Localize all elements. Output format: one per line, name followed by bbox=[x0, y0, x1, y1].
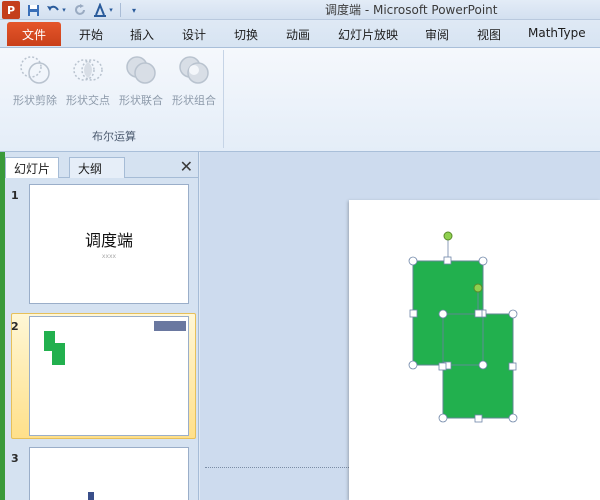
tab-file[interactable]: 文件 bbox=[7, 22, 61, 46]
tab-slideshow[interactable]: 幻灯片放映 bbox=[338, 26, 398, 43]
slide-thumbnail-2[interactable] bbox=[29, 316, 189, 436]
shape-combine-button[interactable]: 形状组合 bbox=[167, 54, 221, 112]
boolean-ops-group: 形状剪除 形状交点 形状联合 形状组合 布尔运算 bbox=[4, 50, 224, 148]
shape-union-icon bbox=[126, 56, 156, 84]
save-icon[interactable] bbox=[26, 3, 40, 17]
slide-editor bbox=[200, 152, 600, 500]
tab-design[interactable]: 设计 bbox=[182, 26, 206, 43]
redo-icon[interactable] bbox=[73, 3, 87, 17]
slide-shapes[interactable] bbox=[349, 200, 600, 500]
slide-subtitle: xxxx bbox=[101, 253, 117, 260]
customize-icon[interactable]: ▾ bbox=[127, 3, 141, 17]
shape-intersect-button[interactable]: 形状交点 bbox=[61, 54, 115, 112]
slide-canvas[interactable] bbox=[349, 200, 600, 500]
undo-icon[interactable] bbox=[46, 3, 60, 17]
slides-panel-tabs: 幻灯片 大纲 ✕ bbox=[5, 154, 199, 178]
slide-number: 2 bbox=[11, 320, 19, 333]
slides-panel: 幻灯片 大纲 ✕ 1 调度端 xxxx 2 3 bbox=[5, 152, 199, 500]
slide-thumbnail-1[interactable]: 调度端 xxxx bbox=[29, 184, 189, 304]
tab-slides[interactable]: 幻灯片 bbox=[5, 157, 60, 178]
slide-number: 3 bbox=[11, 452, 19, 465]
shape-combine-icon bbox=[179, 56, 209, 84]
tab-animations[interactable]: 动画 bbox=[286, 26, 310, 43]
thumb-image bbox=[154, 321, 186, 331]
ribbon-tab-bar: 文件 开始 插入 设计 切换 动画 幻灯片放映 审阅 视图 MathType bbox=[0, 20, 600, 48]
shape-intersect-icon bbox=[73, 59, 103, 81]
shape-intersect-label: 形状交点 bbox=[66, 94, 110, 107]
quick-access-toolbar: P ▾ ▾ ▾ bbox=[0, 0, 141, 20]
shape-union-button[interactable]: 形状联合 bbox=[114, 54, 168, 112]
font-color-dropdown-icon[interactable]: ▾ bbox=[108, 3, 114, 17]
green-rectangle-2[interactable] bbox=[442, 313, 514, 419]
title-bar: P ▾ ▾ ▾ 调度端 - Microsoft PowerPoint bbox=[0, 0, 600, 20]
rotation-handle-2[interactable] bbox=[473, 283, 483, 293]
window-title: 调度端 - Microsoft PowerPoint bbox=[325, 3, 498, 17]
tab-insert[interactable]: 插入 bbox=[130, 26, 154, 43]
powerpoint-logo-icon[interactable]: P bbox=[2, 1, 20, 19]
shape-subtract-button[interactable]: 形状剪除 bbox=[8, 54, 62, 112]
rotation-handle-1[interactable] bbox=[443, 231, 453, 241]
slide-thumbnail-3[interactable] bbox=[29, 447, 189, 500]
thumb-shape bbox=[88, 492, 94, 500]
group-label: 布尔运算 bbox=[92, 130, 136, 143]
slide-title: 调度端 bbox=[84, 231, 133, 250]
tab-mathtype[interactable]: MathType bbox=[528, 26, 586, 40]
tab-home[interactable]: 开始 bbox=[79, 26, 103, 43]
font-color-icon[interactable] bbox=[93, 3, 107, 17]
tab-view[interactable]: 视图 bbox=[477, 26, 501, 43]
shape-combine-label: 形状组合 bbox=[172, 94, 216, 107]
tab-review[interactable]: 审阅 bbox=[425, 26, 449, 43]
ribbon: 形状剪除 形状交点 形状联合 形状组合 布尔运算 bbox=[0, 48, 600, 152]
shape-subtract-icon bbox=[20, 56, 50, 84]
thumb-shape bbox=[52, 343, 65, 365]
tab-transitions[interactable]: 切换 bbox=[234, 26, 258, 43]
close-icon[interactable]: ✕ bbox=[180, 157, 193, 176]
tab-outline[interactable]: 大纲 bbox=[69, 157, 125, 178]
slide-number: 1 bbox=[11, 189, 19, 202]
toolbar-separator bbox=[120, 3, 121, 17]
notes-divider bbox=[205, 467, 349, 468]
undo-dropdown-icon[interactable]: ▾ bbox=[61, 3, 67, 17]
shape-subtract-label: 形状剪除 bbox=[13, 94, 57, 107]
shape-union-label: 形状联合 bbox=[119, 94, 163, 107]
